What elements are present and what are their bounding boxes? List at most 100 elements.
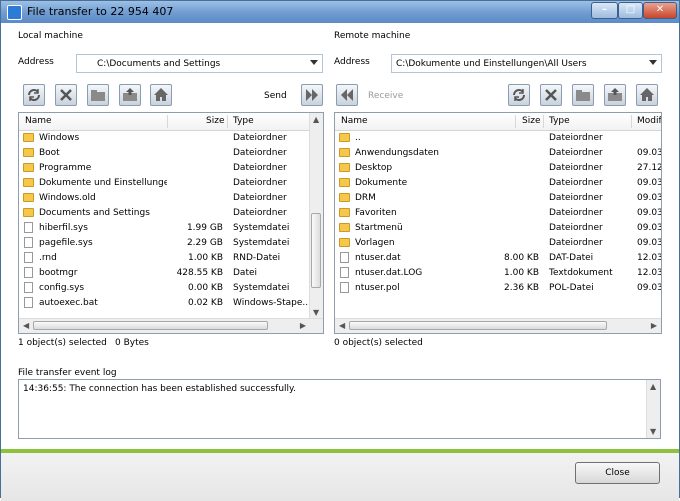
- folder-icon: [339, 223, 350, 232]
- remote-cell-type: Dateiordner: [549, 223, 603, 233]
- folder-icon: [339, 148, 350, 157]
- maximize-button[interactable]: □: [618, 2, 643, 19]
- remote-file-row[interactable]: ntuser.dat 8.00 KB DAT-Datei 12.03: [335, 251, 661, 266]
- remote-file-row[interactable]: Desktop Dateiordner 27.12: [335, 161, 661, 176]
- remote-cell-name: Favoriten: [355, 208, 397, 218]
- remote-horizontal-scrollbar[interactable]: ◀ ▶: [335, 318, 661, 333]
- local-file-row[interactable]: Programme Dateiordner: [19, 161, 323, 176]
- remote-file-row[interactable]: Anwendungsdaten Dateiordner 09.03: [335, 146, 661, 161]
- remote-address-value: C:\Dokumente und Einstellungen\All Users: [396, 59, 587, 69]
- chevron-down-icon[interactable]: [649, 60, 657, 65]
- remote-cell-type: Dateiordner: [549, 133, 603, 143]
- remote-file-list[interactable]: Name Size Type Modif .. Dateiordner Anwend…: [334, 112, 662, 334]
- remote-cell-type: Dateiordner: [549, 148, 603, 158]
- remote-cell-type: Dateiordner: [549, 208, 603, 218]
- local-file-row[interactable]: pagefile.sys 2.29 GB Systemdatei: [19, 236, 323, 251]
- send-button[interactable]: [301, 84, 323, 106]
- local-file-row[interactable]: .rnd 1.00 KB RND-Datei: [19, 251, 323, 266]
- log-vertical-scrollbar[interactable]: ▲ ▼: [646, 380, 660, 438]
- file-icon: [24, 222, 33, 233]
- local-cell-type: Dateiordner: [233, 148, 287, 158]
- close-window-button[interactable]: ✕: [643, 2, 677, 19]
- remote-cell-mod: 27.12: [637, 163, 661, 173]
- remote-selection-status: 0 object(s) selected: [334, 338, 423, 348]
- folder-icon: [23, 208, 34, 217]
- remote-cell-mod: 12.03: [637, 253, 661, 263]
- local-selection-status: 1 object(s) selected: [18, 338, 107, 348]
- remote-file-row[interactable]: Dokumente Dateiordner 09.03: [335, 176, 661, 191]
- folder-icon: [339, 193, 350, 202]
- remote-col-size[interactable]: Size: [522, 116, 540, 126]
- local-horizontal-scrollbar[interactable]: ◀ ▶: [19, 318, 323, 333]
- remote-col-modified[interactable]: Modif: [637, 116, 661, 126]
- local-cell-type: Dateiordner: [233, 193, 287, 203]
- receive-button[interactable]: [336, 84, 358, 106]
- file-icon: [340, 282, 349, 293]
- local-file-row[interactable]: Dokumente und Einstellungen Dateiordner: [19, 176, 323, 191]
- receive-arrow-icon: [341, 89, 353, 101]
- remote-file-row[interactable]: Vorlagen Dateiordner 09.03: [335, 236, 661, 251]
- remote-file-row[interactable]: Favoriten Dateiordner 09.03: [335, 206, 661, 221]
- window-title: File transfer to 22 954 407: [27, 5, 174, 18]
- remote-cell-type: POL-Datei: [549, 283, 594, 293]
- send-label[interactable]: Send: [264, 91, 287, 101]
- remote-address-combobox[interactable]: C:\Dokumente und Einstellungen\All Users: [391, 54, 662, 73]
- remote-file-row[interactable]: ntuser.dat.LOG 1.00 KB Textdokument 12.03: [335, 266, 661, 281]
- delete-icon: [545, 89, 557, 101]
- receive-label[interactable]: Receive: [368, 91, 403, 101]
- local-refresh-button[interactable]: [23, 84, 45, 106]
- remote-file-row[interactable]: .. Dateiordner: [335, 131, 661, 146]
- folder-icon: [23, 193, 34, 202]
- remote-col-name[interactable]: Name: [341, 116, 368, 126]
- folder-up-icon: [608, 88, 622, 101]
- local-file-row[interactable]: autoexec.bat 0.02 KB Windows-Stape...: [19, 296, 323, 311]
- file-icon: [340, 267, 349, 278]
- folder-icon: [339, 163, 350, 172]
- remote-delete-button[interactable]: [540, 84, 562, 106]
- local-file-row[interactable]: hiberfil.sys 1.99 GB Systemdatei: [19, 221, 323, 236]
- local-file-row[interactable]: Documents and Settings Dateiordner: [19, 206, 323, 221]
- file-icon: [24, 282, 33, 293]
- local-col-name[interactable]: Name: [25, 116, 52, 126]
- folder-icon: [339, 178, 350, 187]
- new-folder-icon: [91, 90, 105, 101]
- local-delete-button[interactable]: [55, 84, 77, 106]
- title-bar[interactable]: File transfer to 22 954 407 – □ ✕: [1, 1, 679, 23]
- remote-file-row[interactable]: DRM Dateiordner 09.03: [335, 191, 661, 206]
- chevron-down-icon[interactable]: [310, 60, 318, 65]
- local-folder-up-button[interactable]: [119, 84, 141, 106]
- close-button[interactable]: Close: [575, 462, 660, 484]
- remote-cell-size: 8.00 KB: [504, 253, 539, 263]
- file-icon: [24, 252, 33, 263]
- remote-new-folder-button[interactable]: [572, 84, 594, 106]
- local-cell-name: hiberfil.sys: [39, 223, 88, 233]
- folder-icon: [23, 163, 34, 172]
- local-new-folder-button[interactable]: [87, 84, 109, 106]
- remote-folder-up-button[interactable]: [604, 84, 626, 106]
- local-file-row[interactable]: Boot Dateiordner: [19, 146, 323, 161]
- event-log[interactable]: 14:36:55: The connection has been establ…: [18, 379, 661, 439]
- local-col-size[interactable]: Size: [206, 116, 224, 126]
- remote-file-row[interactable]: ntuser.pol 2.36 KB POL-Datei 09.03: [335, 281, 661, 296]
- remote-col-type[interactable]: Type: [549, 116, 570, 126]
- local-file-row[interactable]: Windows.old Dateiordner: [19, 191, 323, 206]
- remote-refresh-button[interactable]: [508, 84, 530, 106]
- local-file-row[interactable]: bootmgr 428.55 KB Datei: [19, 266, 323, 281]
- delete-icon: [60, 89, 72, 101]
- local-file-row[interactable]: config.sys 0.00 KB Systemdatei: [19, 281, 323, 296]
- new-folder-icon: [576, 90, 590, 101]
- local-col-type[interactable]: Type: [233, 116, 254, 126]
- folder-icon: [23, 148, 34, 157]
- local-address-combobox[interactable]: C:\Documents and Settings: [76, 54, 323, 73]
- local-cell-name: Boot: [39, 148, 60, 158]
- refresh-icon: [28, 89, 40, 101]
- local-file-list[interactable]: Name Size Type Windows Dateiordner Boot Dat…: [18, 112, 324, 334]
- remote-file-row[interactable]: Startmenü Dateiordner 09.03: [335, 221, 661, 236]
- minimize-button[interactable]: –: [591, 2, 618, 19]
- local-cell-size: 0.02 KB: [188, 298, 223, 308]
- remote-home-button[interactable]: [636, 84, 658, 106]
- local-file-row[interactable]: Windows Dateiordner: [19, 131, 323, 146]
- send-arrow-icon: [306, 89, 318, 101]
- local-home-button[interactable]: [150, 84, 172, 106]
- local-vertical-scrollbar[interactable]: ▲ ▼: [309, 113, 323, 319]
